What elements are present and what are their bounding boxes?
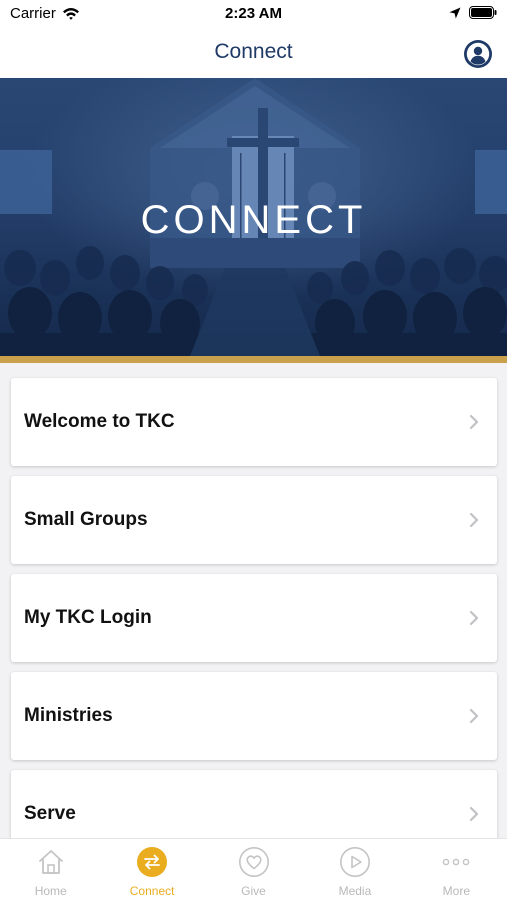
tab-bar: Home Connect Give Media More	[0, 838, 507, 900]
menu-item-small-groups[interactable]: Small Groups	[11, 476, 497, 564]
status-right	[449, 6, 497, 19]
connect-menu-list: Welcome to TKC Small Groups My TKC Login…	[11, 378, 497, 868]
menu-item-my-tkc-login[interactable]: My TKC Login	[11, 574, 497, 662]
menu-item-label: Serve	[24, 803, 76, 824]
more-icon	[443, 858, 470, 866]
chevron-right-icon	[469, 708, 479, 724]
tab-label: More	[442, 884, 470, 898]
tab-label: Media	[338, 884, 372, 898]
tab-media[interactable]: Media	[304, 839, 405, 900]
tab-label: Connect	[129, 884, 175, 898]
heart-icon	[238, 847, 269, 877]
tab-connect[interactable]: Connect	[101, 839, 202, 900]
battery-icon	[469, 6, 497, 19]
chevron-right-icon	[469, 512, 479, 528]
status-time: 2:23 AM	[225, 5, 282, 22]
tab-give[interactable]: Give	[203, 839, 304, 900]
location-arrow-icon	[449, 7, 461, 18]
connect-icon	[137, 847, 168, 877]
menu-item-label: My TKC Login	[24, 607, 152, 628]
tab-more[interactable]: More	[406, 839, 507, 900]
page-title: Connect	[214, 40, 293, 63]
menu-item-label: Ministries	[24, 705, 113, 726]
menu-item-welcome-to-tkc[interactable]: Welcome to TKC	[11, 378, 497, 466]
tab-label: Give	[241, 884, 266, 898]
hero-title: CONNECT	[140, 198, 367, 242]
navigation-bar: Connect	[0, 28, 507, 78]
menu-item-label: Welcome to TKC	[24, 411, 175, 432]
tab-label: Home	[34, 884, 67, 898]
status-bar: Carrier 2:23 AM	[0, 0, 507, 28]
menu-item-label: Small Groups	[24, 509, 148, 530]
hero-banner: CONNECT	[0, 78, 507, 356]
profile-button[interactable]	[463, 39, 493, 69]
menu-item-ministries[interactable]: Ministries	[11, 672, 497, 760]
user-icon	[464, 40, 492, 68]
tab-home[interactable]: Home	[0, 839, 101, 900]
chevron-right-icon	[469, 806, 479, 822]
chevron-right-icon	[469, 414, 479, 430]
chevron-right-icon	[469, 610, 479, 626]
play-icon	[339, 847, 370, 877]
home-icon	[38, 850, 63, 874]
hero-divider	[0, 356, 507, 363]
